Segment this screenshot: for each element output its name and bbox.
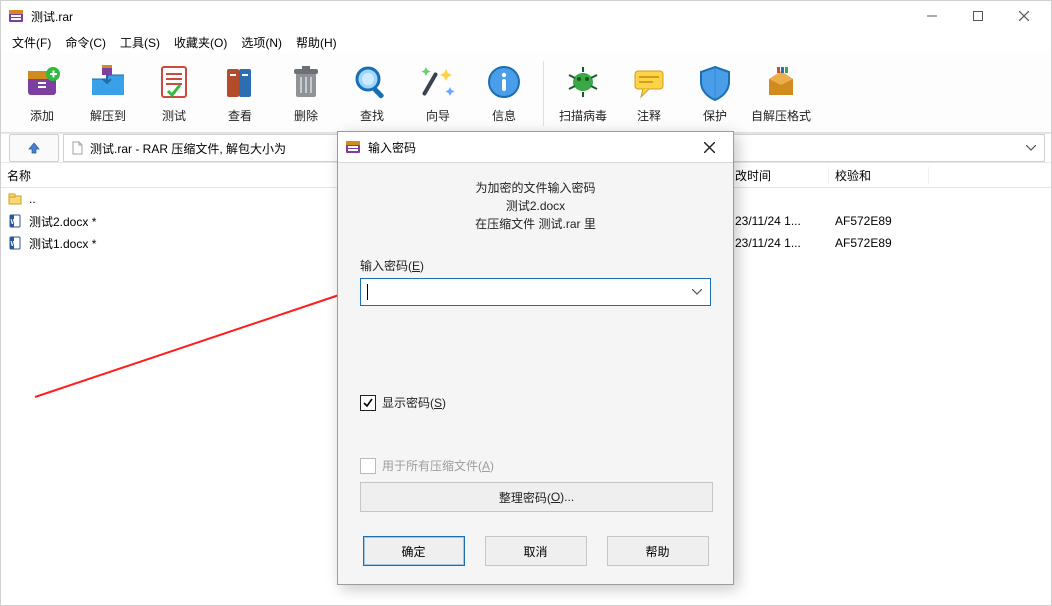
toolbar-test-button[interactable]: 测试: [143, 59, 205, 128]
toolbar-find-button[interactable]: 查找: [341, 59, 403, 128]
password-history-dropdown-icon[interactable]: [685, 280, 709, 304]
menu-item[interactable]: 工具(S): [113, 31, 167, 54]
wizard-icon: [416, 61, 460, 103]
file-name: ..: [29, 192, 36, 206]
column-mtime[interactable]: 改时间: [729, 167, 829, 184]
test-icon: [152, 61, 196, 103]
password-label: 输入密码(E): [360, 257, 711, 274]
dialog-target-file: 测试2.docx: [360, 197, 711, 215]
virus-icon: [561, 61, 605, 103]
toolbar-label: 删除: [294, 107, 318, 124]
comment-icon: [627, 61, 671, 103]
ok-button[interactable]: 确定: [363, 536, 465, 566]
toolbar-delete-button[interactable]: 删除: [275, 59, 337, 128]
dialog-prompt: 为加密的文件输入密码: [360, 179, 711, 197]
toolbar-protect-button[interactable]: 保护: [684, 59, 746, 128]
text-caret: [367, 284, 368, 300]
toolbar: 添加 解压到 测试 查看 删除 查找 向导 信息 扫描病毒 注释 保护 自解压格式: [1, 53, 1051, 133]
sfx-icon: [759, 61, 803, 103]
organize-passwords-button[interactable]: 整理密码(O)...: [360, 482, 713, 512]
menubar: 文件(F)命令(C)工具(S)收藏夹(O)选项(N)帮助(H): [1, 31, 1051, 53]
show-password-checkbox[interactable]: [360, 395, 376, 411]
dialog-body: 为加密的文件输入密码 测试2.docx 在压缩文件 测试.rar 里 输入密码(…: [338, 163, 733, 522]
docx-icon: W: [7, 235, 23, 251]
address-text: 测试.rar - RAR 压缩文件, 解包大小为: [90, 140, 286, 157]
toolbar-label: 自解压格式: [751, 107, 811, 124]
help-button[interactable]: 帮助: [607, 536, 709, 566]
file-crc: AF572E89: [829, 236, 929, 250]
file-name: 测试2.docx *: [29, 213, 96, 230]
toolbar-label: 向导: [426, 107, 450, 124]
svg-text:W: W: [11, 241, 18, 248]
winrar-main-window: 测试.rar 文件(F)命令(C)工具(S)收藏夹(O)选项(N)帮助(H) 添…: [0, 0, 1052, 606]
file-name: 测试1.docx *: [29, 235, 96, 252]
menu-item[interactable]: 文件(F): [5, 31, 58, 54]
toolbar-label: 扫描病毒: [559, 107, 607, 124]
column-crc[interactable]: 校验和: [829, 167, 929, 184]
folder-icon: [7, 191, 23, 207]
file-mtime: 23/11/24 1...: [729, 214, 829, 228]
extract-icon: [86, 61, 130, 103]
docx-icon: W: [7, 213, 23, 229]
window-title: 测试.rar: [31, 8, 73, 25]
toolbar-extract-button[interactable]: 解压到: [77, 59, 139, 128]
dialog-prompt-block: 为加密的文件输入密码 测试2.docx 在压缩文件 测试.rar 里: [360, 179, 711, 233]
view-icon: [218, 61, 262, 103]
password-dialog: 输入密码 为加密的文件输入密码 测试2.docx 在压缩文件 测试.rar 里 …: [337, 131, 734, 585]
toolbar-virus-button[interactable]: 扫描病毒: [552, 59, 614, 128]
toolbar-label: 测试: [162, 107, 186, 124]
toolbar-label: 解压到: [90, 107, 126, 124]
address-dropdown-icon[interactable]: [1019, 136, 1043, 160]
close-button[interactable]: [1001, 1, 1047, 31]
cancel-button[interactable]: 取消: [485, 536, 587, 566]
menu-item[interactable]: 帮助(H): [289, 31, 344, 54]
minimize-button[interactable]: [909, 1, 955, 31]
toolbar-add-button[interactable]: 添加: [11, 59, 73, 128]
protect-icon: [693, 61, 737, 103]
file-icon: [70, 141, 84, 155]
toolbar-separator: [543, 61, 544, 126]
menu-item[interactable]: 收藏夹(O): [167, 31, 234, 54]
app-icon: [7, 7, 25, 25]
toolbar-label: 添加: [30, 107, 54, 124]
use-for-all-row: 用于所有压缩文件(A): [360, 457, 711, 474]
dialog-title: 输入密码: [368, 139, 416, 156]
toolbar-label: 查找: [360, 107, 384, 124]
info-icon: [482, 61, 526, 103]
toolbar-label: 查看: [228, 107, 252, 124]
show-password-label: 显示密码(S): [382, 394, 446, 411]
file-mtime: 23/11/24 1...: [729, 236, 829, 250]
dialog-archive-location: 在压缩文件 测试.rar 里: [360, 215, 711, 233]
file-crc: AF572E89: [829, 214, 929, 228]
show-password-row: 显示密码(S): [360, 394, 711, 411]
titlebar: 测试.rar: [1, 1, 1051, 31]
dialog-app-icon: [344, 138, 362, 156]
toolbar-wizard-button[interactable]: 向导: [407, 59, 469, 128]
toolbar-label: 注释: [637, 107, 661, 124]
maximize-button[interactable]: [955, 1, 1001, 31]
dialog-close-button[interactable]: [689, 132, 729, 162]
toolbar-comment-button[interactable]: 注释: [618, 59, 680, 128]
up-button[interactable]: [9, 134, 59, 162]
find-icon: [350, 61, 394, 103]
dialog-button-row: 确定 取消 帮助: [338, 522, 733, 584]
toolbar-label: 信息: [492, 107, 516, 124]
delete-icon: [284, 61, 328, 103]
dialog-titlebar: 输入密码: [338, 132, 733, 163]
toolbar-sfx-button[interactable]: 自解压格式: [750, 59, 812, 128]
use-for-all-checkbox: [360, 458, 376, 474]
toolbar-label: 保护: [703, 107, 727, 124]
menu-item[interactable]: 命令(C): [58, 31, 113, 54]
password-input[interactable]: [360, 278, 711, 306]
use-for-all-label: 用于所有压缩文件(A): [382, 457, 494, 474]
toolbar-view-button[interactable]: 查看: [209, 59, 271, 128]
toolbar-info-button[interactable]: 信息: [473, 59, 535, 128]
menu-item[interactable]: 选项(N): [234, 31, 289, 54]
add-icon: [20, 61, 64, 103]
svg-text:W: W: [11, 219, 18, 226]
